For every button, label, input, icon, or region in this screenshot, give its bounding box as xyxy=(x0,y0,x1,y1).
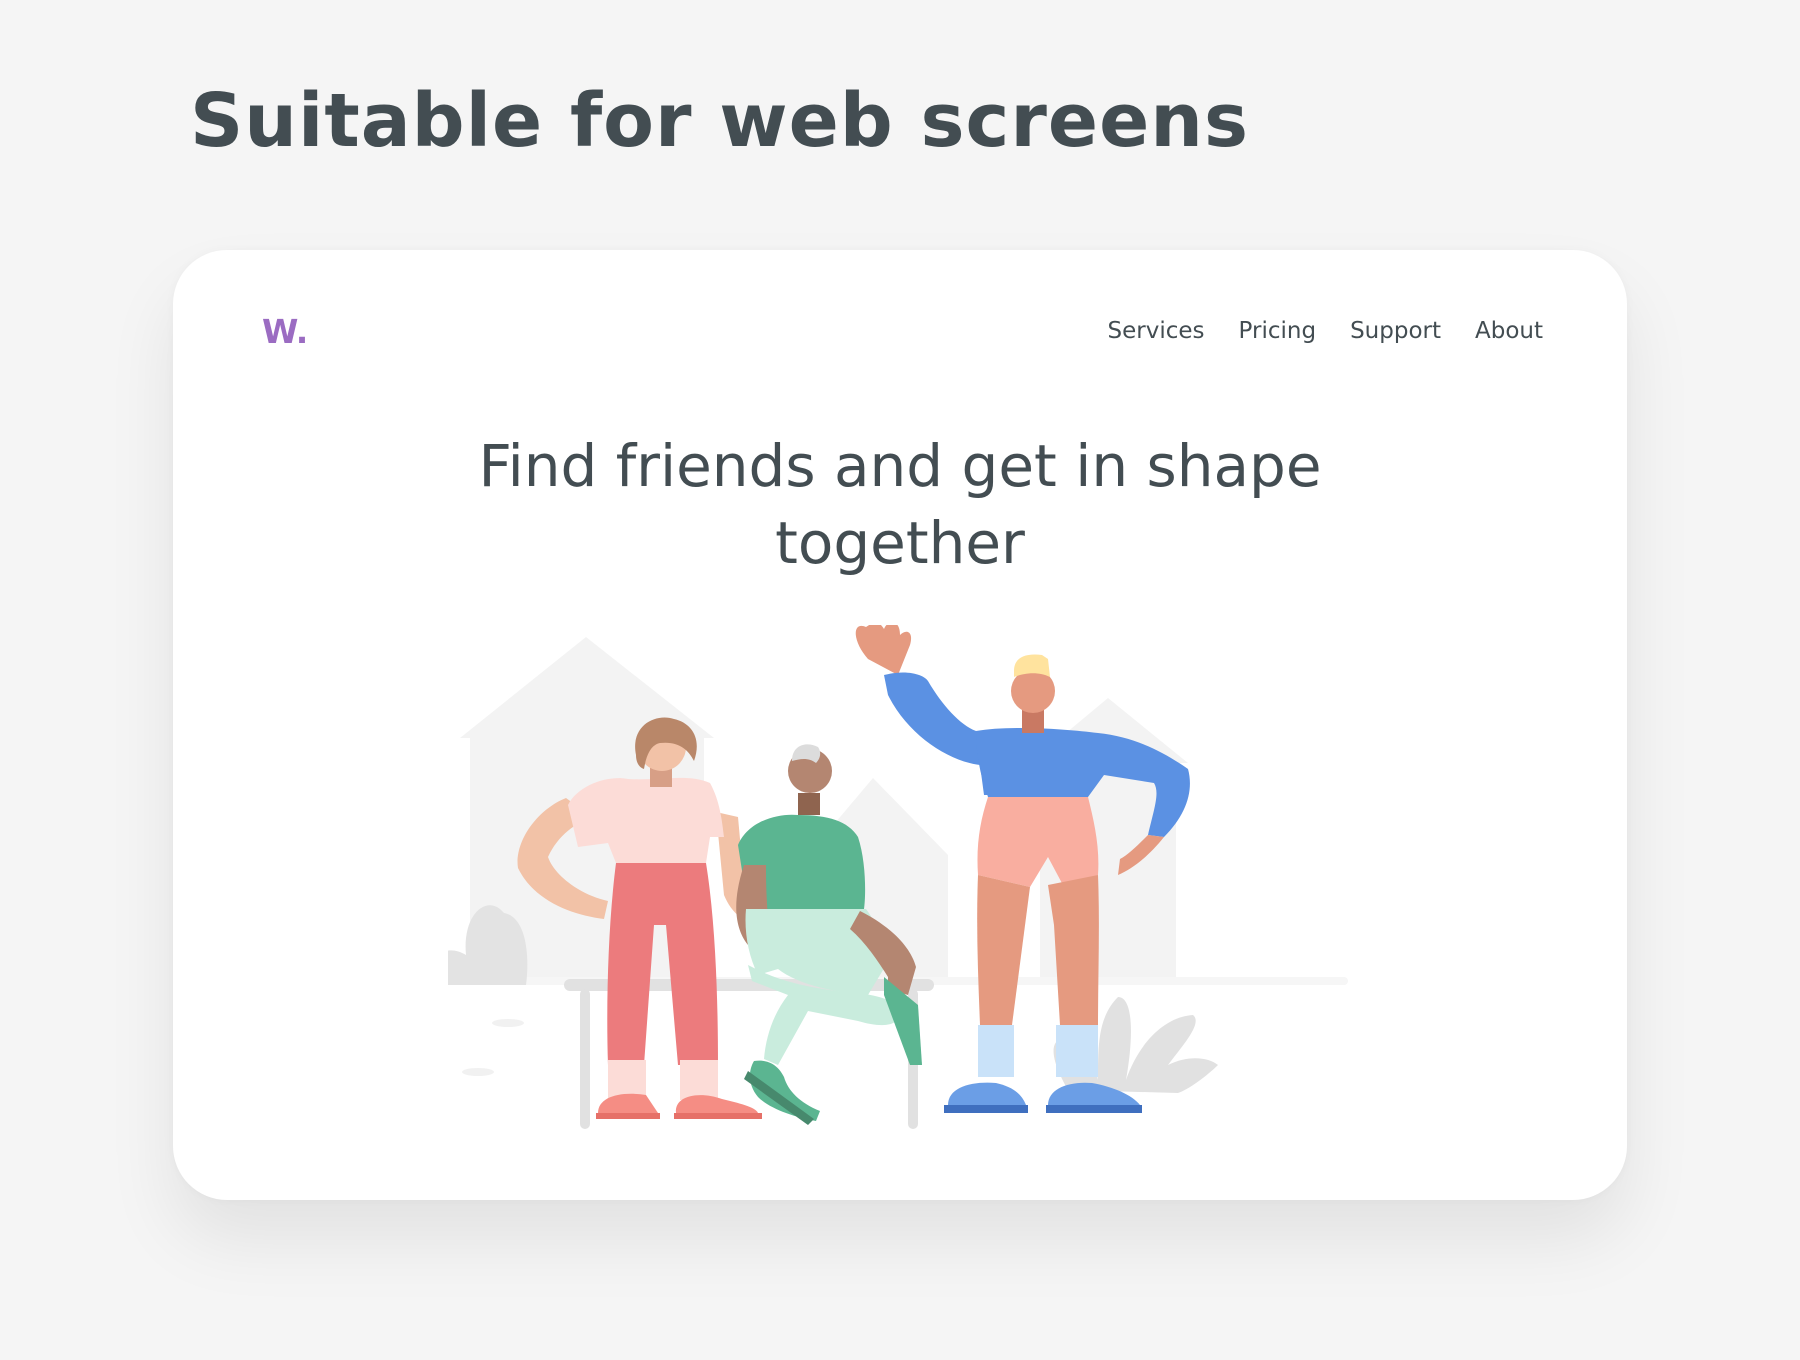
website-preview-card: W. Services Pricing Support About Find f… xyxy=(173,250,1627,1200)
hero-title: Find friends and get in shape together xyxy=(173,428,1627,582)
page-heading: Suitable for web screens xyxy=(190,78,1250,164)
hero-title-line-1: Find friends and get in shape xyxy=(478,432,1322,500)
nav-link-about[interactable]: About xyxy=(1475,318,1543,344)
ground-dot xyxy=(462,1068,494,1076)
site-logo[interactable]: W. xyxy=(262,312,308,351)
nav-link-services[interactable]: Services xyxy=(1108,318,1205,344)
hero-title-line-2: together xyxy=(775,509,1025,577)
three-friends-illustration xyxy=(448,625,1348,1129)
ground-dot xyxy=(492,1019,524,1027)
nav-link-pricing[interactable]: Pricing xyxy=(1239,318,1317,344)
site-nav: Services Pricing Support About xyxy=(1108,318,1543,344)
nav-link-support[interactable]: Support xyxy=(1350,318,1441,344)
